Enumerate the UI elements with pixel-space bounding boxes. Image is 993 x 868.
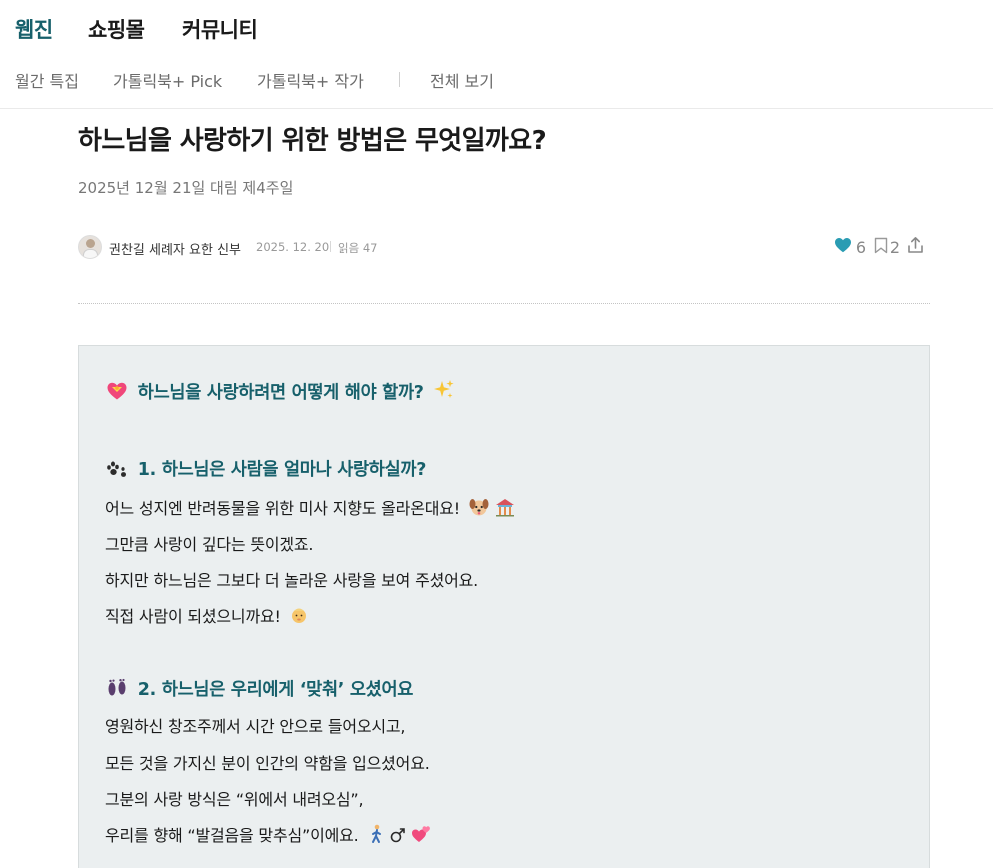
- main-heading-text: 하느님을 사랑하려면 어떻게 해야 할까?: [137, 383, 424, 403]
- like-count: 6: [855, 237, 866, 257]
- tab-webzine[interactable]: 웹진: [15, 14, 53, 44]
- section2-line-3: 그분의 사랑 방식은 “위에서 내려오심”,: [105, 790, 364, 809]
- share-button[interactable]: [907, 236, 924, 258]
- author-name[interactable]: 권찬길 세례자 요한 신부: [109, 239, 241, 258]
- subnav-monthly-feature[interactable]: 월간 특집: [15, 68, 79, 92]
- two-hearts-icon: [411, 824, 431, 848]
- walking-person-icon: [369, 824, 385, 848]
- section1-line-1-text: 어느 성지엔 반려동물을 위한 미사 지향도 올라온대요!: [105, 499, 460, 518]
- section1-line-1: 어느 성지엔 반려동물을 위한 미사 지향도 올라온대요!: [105, 495, 516, 521]
- section2-heading-text: 2. 하느님은 우리에게 ‘맞춰’ 오셨어요: [137, 680, 414, 700]
- footprints-icon: [106, 678, 128, 703]
- male-sign-icon: [390, 826, 406, 848]
- like-button[interactable]: 6: [834, 236, 866, 258]
- share-icon: [907, 236, 924, 258]
- bookmark-button[interactable]: 2: [874, 236, 900, 258]
- sub-navigation: 월간 특집 가톨릭북+ Pick 가톨릭북+ 작가 전체 보기: [0, 60, 993, 109]
- header-divider: [78, 303, 930, 304]
- subnav-pick[interactable]: 가톨릭북+ Pick: [113, 68, 222, 92]
- subnav-view-all[interactable]: 전체 보기: [430, 68, 494, 92]
- publish-date: 2025. 12. 20: [256, 240, 330, 254]
- section2-heading: 2. 하느님은 우리에게 ‘맞춰’ 오셨어요: [106, 676, 413, 703]
- meta-separator: [330, 241, 331, 252]
- tab-community[interactable]: 커뮤니티: [182, 14, 258, 44]
- author-avatar[interactable]: [78, 235, 102, 259]
- article-subtitle: 2025년 12월 21일 대림 제4주일: [78, 179, 294, 197]
- section2-line-4-text: 우리를 향해 “발걸음을 맞추심”이에요.: [105, 826, 359, 845]
- content-card: 하느님을 사랑하려면 어떻게 해야 할까? 1. 하느님은 사람을 얼마나 사랑…: [78, 345, 930, 868]
- read-count: 읽음 47: [338, 241, 378, 255]
- top-navigation: 웹진 쇼핑몰 커뮤니티: [0, 0, 993, 56]
- section1-line-4: 직접 사람이 되셨으니까요!: [105, 603, 308, 629]
- temple-icon: [494, 497, 516, 521]
- section1-heading: 1. 하느님은 사람을 얼마나 사랑하실까?: [106, 456, 426, 483]
- content-main-heading: 하느님을 사랑하려면 어떻게 해야 할까?: [106, 379, 455, 406]
- section1-line-2: 그만큼 사랑이 깊다는 뜻이겠죠.: [105, 535, 314, 554]
- heart-icon: [834, 237, 852, 257]
- dog-face-icon: [469, 497, 489, 521]
- section2-line-2: 모든 것을 가지신 분이 인간의 약함을 입으셨어요.: [105, 754, 430, 773]
- tab-shopping-mall[interactable]: 쇼핑몰: [88, 14, 145, 44]
- section2-line-1: 영원하신 창조주께서 시간 안으로 들어오시고,: [105, 717, 406, 736]
- sparkles-icon: [433, 379, 455, 406]
- section2-line-4: 우리를 향해 “발걸음을 맞추심”이에요.: [105, 822, 431, 848]
- subnav-authors[interactable]: 가톨릭북+ 작가: [257, 68, 364, 92]
- article-title: 하느님을 사랑하기 위한 방법은 무엇일까요?: [78, 126, 547, 156]
- section1-heading-text: 1. 하느님은 사람을 얼마나 사랑하실까?: [137, 460, 427, 480]
- bookmark-icon: [874, 237, 888, 258]
- heart-ribbon-icon: [106, 381, 128, 406]
- paw-prints-icon: [106, 460, 128, 483]
- subnav-separator: [399, 72, 400, 87]
- baby-icon: [290, 605, 308, 629]
- section1-line-4-text: 직접 사람이 되셨으니까요!: [105, 607, 281, 626]
- article-meta: 권찬길 세례자 요한 신부 2025. 12. 20 읽음 47 6 2: [78, 234, 930, 262]
- section1-line-3: 하지만 하느님은 그보다 더 놀라운 사랑을 보여 주셨어요.: [105, 571, 479, 590]
- bookmark-count: 2: [889, 237, 900, 257]
